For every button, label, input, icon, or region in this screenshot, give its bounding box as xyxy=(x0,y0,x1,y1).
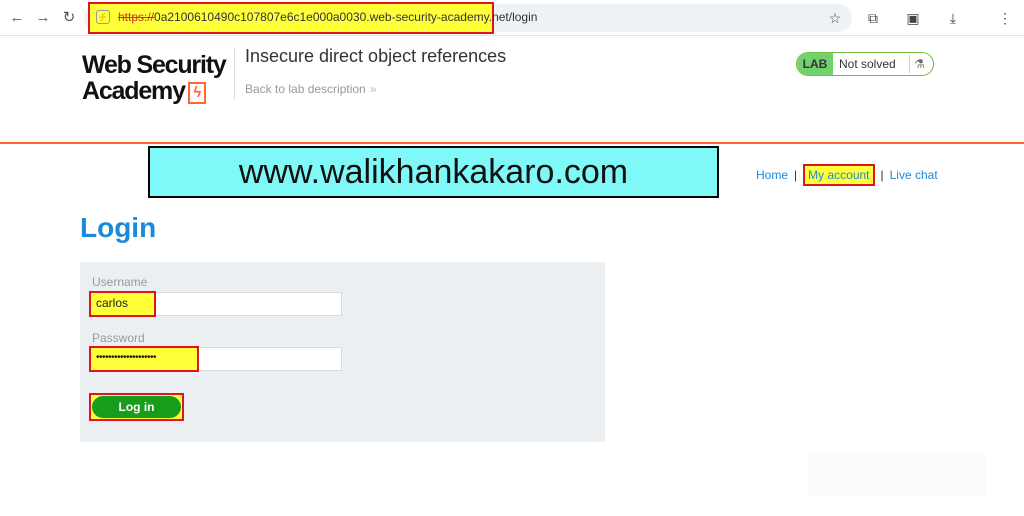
back-icon[interactable]: ← xyxy=(6,7,28,29)
site-info-icon[interactable]: ⚡ xyxy=(96,10,110,24)
faded-overlay xyxy=(808,452,986,496)
lab-title: Insecure direct object references xyxy=(245,46,507,66)
header-rule xyxy=(0,142,1024,144)
nav-home[interactable]: Home xyxy=(756,168,788,182)
nav-separator: | xyxy=(880,168,884,182)
lab-status-text: Not solved xyxy=(839,57,896,71)
nav-my-account[interactable]: My account xyxy=(803,164,875,186)
password-label: Password xyxy=(92,331,145,345)
lab-status-badge: LAB Not solved ⚗ xyxy=(796,52,934,76)
flask-icon: ⚗ xyxy=(909,55,929,73)
tab-search-icon[interactable]: ▣ xyxy=(902,7,924,29)
extensions-icon[interactable]: ⧉ xyxy=(862,7,884,29)
back-to-lab-link[interactable]: Back to lab description» xyxy=(245,82,376,96)
logo-line1: Web Security xyxy=(82,51,227,79)
page-title: Login xyxy=(80,212,157,243)
back-link-text: Back to lab description xyxy=(245,82,366,96)
chevron-right-icon: » xyxy=(369,82,377,96)
download-icon[interactable]: ⤓ xyxy=(942,7,964,29)
password-value[interactable]: •••••••••••••••••••• xyxy=(89,346,199,372)
browser-toolbar: ← → ↻ ⚡ https://0a2100610490c107807e6c1e… xyxy=(0,0,1024,36)
watermark-banner: www.walikhankakaro.com xyxy=(148,146,719,198)
lab-label: LAB xyxy=(797,53,833,75)
url-text[interactable]: https://0a2100610490c107807e6c1e000a0030… xyxy=(118,10,537,24)
nav-separator: | xyxy=(794,168,798,182)
url-rest: 0a2100610490c107807e6c1e000a0030.web-sec… xyxy=(154,10,538,24)
top-nav: Home | My account | Live chat xyxy=(756,164,938,186)
login-button[interactable]: Log in xyxy=(92,396,181,418)
bolt-icon: ϟ xyxy=(187,82,206,104)
reload-icon[interactable]: ↻ xyxy=(58,7,80,29)
forward-icon[interactable]: → xyxy=(32,7,54,29)
username-value[interactable]: carlos xyxy=(89,291,156,317)
logo-line2-text: Academy xyxy=(82,77,186,105)
logo-line2: Academy ϟ xyxy=(82,78,232,104)
star-icon[interactable]: ☆ xyxy=(824,7,846,29)
nav-live-chat[interactable]: Live chat xyxy=(890,168,938,182)
username-label: Username xyxy=(92,275,148,289)
url-scheme: https:// xyxy=(118,10,155,24)
menu-icon[interactable]: ⋮ xyxy=(994,7,1016,29)
academy-logo[interactable]: Web Security Academy ϟ xyxy=(82,52,232,104)
header-divider xyxy=(234,48,235,100)
